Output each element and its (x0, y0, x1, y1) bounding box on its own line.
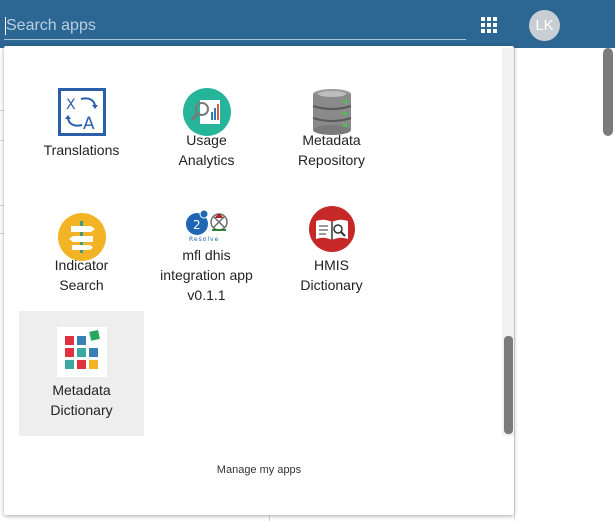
app-tile-usage-analytics[interactable]: Usage Analytics (144, 71, 269, 196)
search-apps-input[interactable] (4, 12, 466, 40)
svg-text:A: A (83, 114, 95, 134)
apps-menu-panel: Х A Translations Usage Analytics Metadat… (4, 46, 514, 515)
app-tile-translations[interactable]: Х A Translations (19, 71, 144, 196)
background-panel-edge (269, 515, 270, 521)
app-tile-indicator-search[interactable]: Indicator Search (19, 196, 144, 321)
app-tile-metadata-dictionary[interactable]: Metadata Dictionary (19, 311, 144, 436)
app-label: HMIS Dictionary (300, 257, 363, 293)
apps-menu-scrollbar-thumb[interactable] (504, 336, 513, 434)
app-label: Metadata Dictionary (50, 382, 113, 418)
book-search-icon (309, 206, 355, 252)
page-scrollbar[interactable] (603, 48, 613, 136)
apps-grid-icon[interactable] (481, 17, 498, 34)
app-tile-hmis-dictionary[interactable]: HMIS Dictionary (269, 196, 394, 321)
header-bar: LK (0, 0, 615, 48)
translation-icon: Х A (58, 88, 106, 136)
svg-text:Х: Х (66, 97, 76, 113)
app-label: Metadata Repository (298, 132, 365, 168)
svg-text:2: 2 (193, 218, 201, 232)
app-label: mfl dhis integration app v0.1.1 (160, 247, 253, 303)
app-label: Usage Analytics (178, 132, 235, 168)
user-avatar[interactable]: LK (529, 10, 560, 41)
svg-text:Resolve: Resolve (189, 236, 219, 243)
text-cursor (5, 17, 6, 35)
manage-my-apps-link[interactable]: Manage my apps (4, 464, 514, 476)
background-panel-edge (514, 48, 515, 521)
app-tile-metadata-repository[interactable]: Metadata Repository (269, 71, 394, 196)
app-label: Translations (43, 142, 120, 158)
app-label: Indicator Search (54, 257, 109, 293)
app-tile-mfl-dhis-integration[interactable]: 2 Resolve mfl dhis integration app v0.1.… (144, 196, 269, 321)
colored-squares-icon (57, 327, 107, 377)
